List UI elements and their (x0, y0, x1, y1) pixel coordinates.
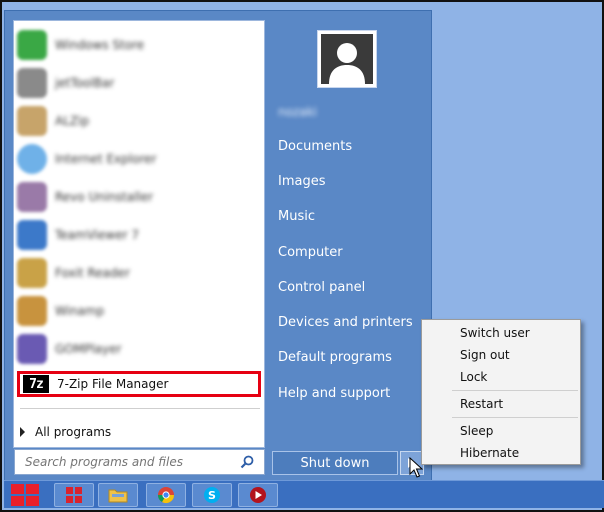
screen: Windows Store jetToolBar ALZip Internet … (0, 0, 604, 512)
program-item-winamp[interactable]: Winamp (17, 293, 261, 329)
program-item-foxit-reader[interactable]: Foxit Reader (17, 255, 261, 291)
menu-item-lock[interactable]: Lock (460, 370, 487, 384)
program-label: ALZip (55, 114, 90, 128)
taskbar-file-explorer[interactable] (98, 483, 138, 507)
program-label: Winamp (55, 304, 105, 318)
player-icon (250, 487, 266, 503)
foxit-reader-icon (17, 258, 47, 288)
start-button[interactable] (7, 482, 43, 508)
link-default-programs[interactable]: Default programs (278, 350, 392, 365)
gomplayer-icon (17, 334, 47, 364)
program-label: Foxit Reader (55, 266, 130, 280)
program-item-gomplayer[interactable]: GOMPlayer (17, 331, 261, 367)
program-item-alzip[interactable]: ALZip (17, 103, 261, 139)
start-menu: Windows Store jetToolBar ALZip Internet … (4, 10, 432, 484)
program-label: jetToolBar (55, 76, 115, 90)
program-label: 7-Zip File Manager (57, 377, 169, 391)
search-icon[interactable] (240, 455, 254, 469)
link-images[interactable]: Images (278, 174, 326, 189)
winamp-icon (17, 296, 47, 326)
taskbar-media-player[interactable] (238, 483, 278, 507)
windows-store-icon (17, 30, 47, 60)
menu-item-sleep[interactable]: Sleep (460, 424, 493, 438)
7zip-icon: 7z (23, 375, 49, 393)
jettoolbar-icon (17, 68, 47, 98)
user-silhouette-icon (321, 34, 373, 84)
program-label: Revo Uninstaller (55, 190, 154, 204)
link-computer[interactable]: Computer (278, 245, 343, 260)
divider (20, 408, 260, 409)
svg-text:S: S (208, 489, 216, 502)
taskbar-chrome[interactable] (146, 483, 186, 507)
link-documents[interactable]: Documents (278, 139, 352, 154)
avatar-image (321, 34, 373, 84)
menu-item-sign-out[interactable]: Sign out (460, 348, 510, 362)
revo-uninstaller-icon (17, 182, 47, 212)
menu-separator (452, 417, 578, 418)
user-avatar[interactable] (317, 30, 377, 88)
shut-down-button[interactable]: Shut down (272, 451, 398, 475)
search-input[interactable] (25, 455, 225, 469)
taskbar-app-red[interactable] (54, 483, 94, 507)
mouse-cursor-icon (409, 457, 423, 478)
program-list-pane: Windows Store jetToolBar ALZip Internet … (13, 20, 265, 448)
taskbar-skype[interactable]: S (192, 483, 232, 507)
all-programs-label: All programs (35, 425, 112, 439)
taskbar: S (4, 480, 604, 508)
link-music[interactable]: Music (278, 209, 315, 224)
program-item-internet-explorer[interactable]: Internet Explorer (17, 141, 261, 177)
red-app-icon (66, 487, 82, 503)
menu-separator (452, 390, 578, 391)
program-label: TeamViewer 7 (55, 228, 139, 242)
menu-item-switch-user[interactable]: Switch user (460, 326, 530, 340)
program-item-7zip-highlighted[interactable]: 7z 7-Zip File Manager (17, 371, 261, 397)
program-label: Internet Explorer (55, 152, 157, 166)
link-help-and-support[interactable]: Help and support (278, 386, 390, 401)
program-label: GOMPlayer (55, 342, 122, 356)
triangle-right-icon (20, 427, 25, 437)
link-control-panel[interactable]: Control panel (278, 280, 365, 295)
search-box[interactable] (14, 449, 265, 475)
all-programs-button[interactable]: All programs (20, 421, 111, 443)
chrome-icon (157, 487, 175, 504)
folder-icon (108, 489, 128, 503)
internet-explorer-icon (17, 144, 47, 174)
program-item-revo-uninstaller[interactable]: Revo Uninstaller (17, 179, 261, 215)
skype-icon: S (204, 487, 220, 503)
program-item-teamviewer[interactable]: TeamViewer 7 (17, 217, 261, 253)
program-label: Windows Store (55, 38, 145, 52)
teamviewer-icon (17, 220, 47, 250)
start-icon (11, 484, 39, 506)
user-name[interactable]: nozaki (278, 105, 317, 119)
alzip-icon (17, 106, 47, 136)
program-item-windows-store[interactable]: Windows Store (17, 27, 261, 63)
link-devices-and-printers[interactable]: Devices and printers (278, 315, 413, 330)
shutdown-context-menu: Switch user Sign out Lock Restart Sleep … (421, 319, 581, 465)
menu-item-hibernate[interactable]: Hibernate (460, 446, 519, 460)
menu-item-restart[interactable]: Restart (460, 397, 503, 411)
program-item-jettoolbar[interactable]: jetToolBar (17, 65, 261, 101)
